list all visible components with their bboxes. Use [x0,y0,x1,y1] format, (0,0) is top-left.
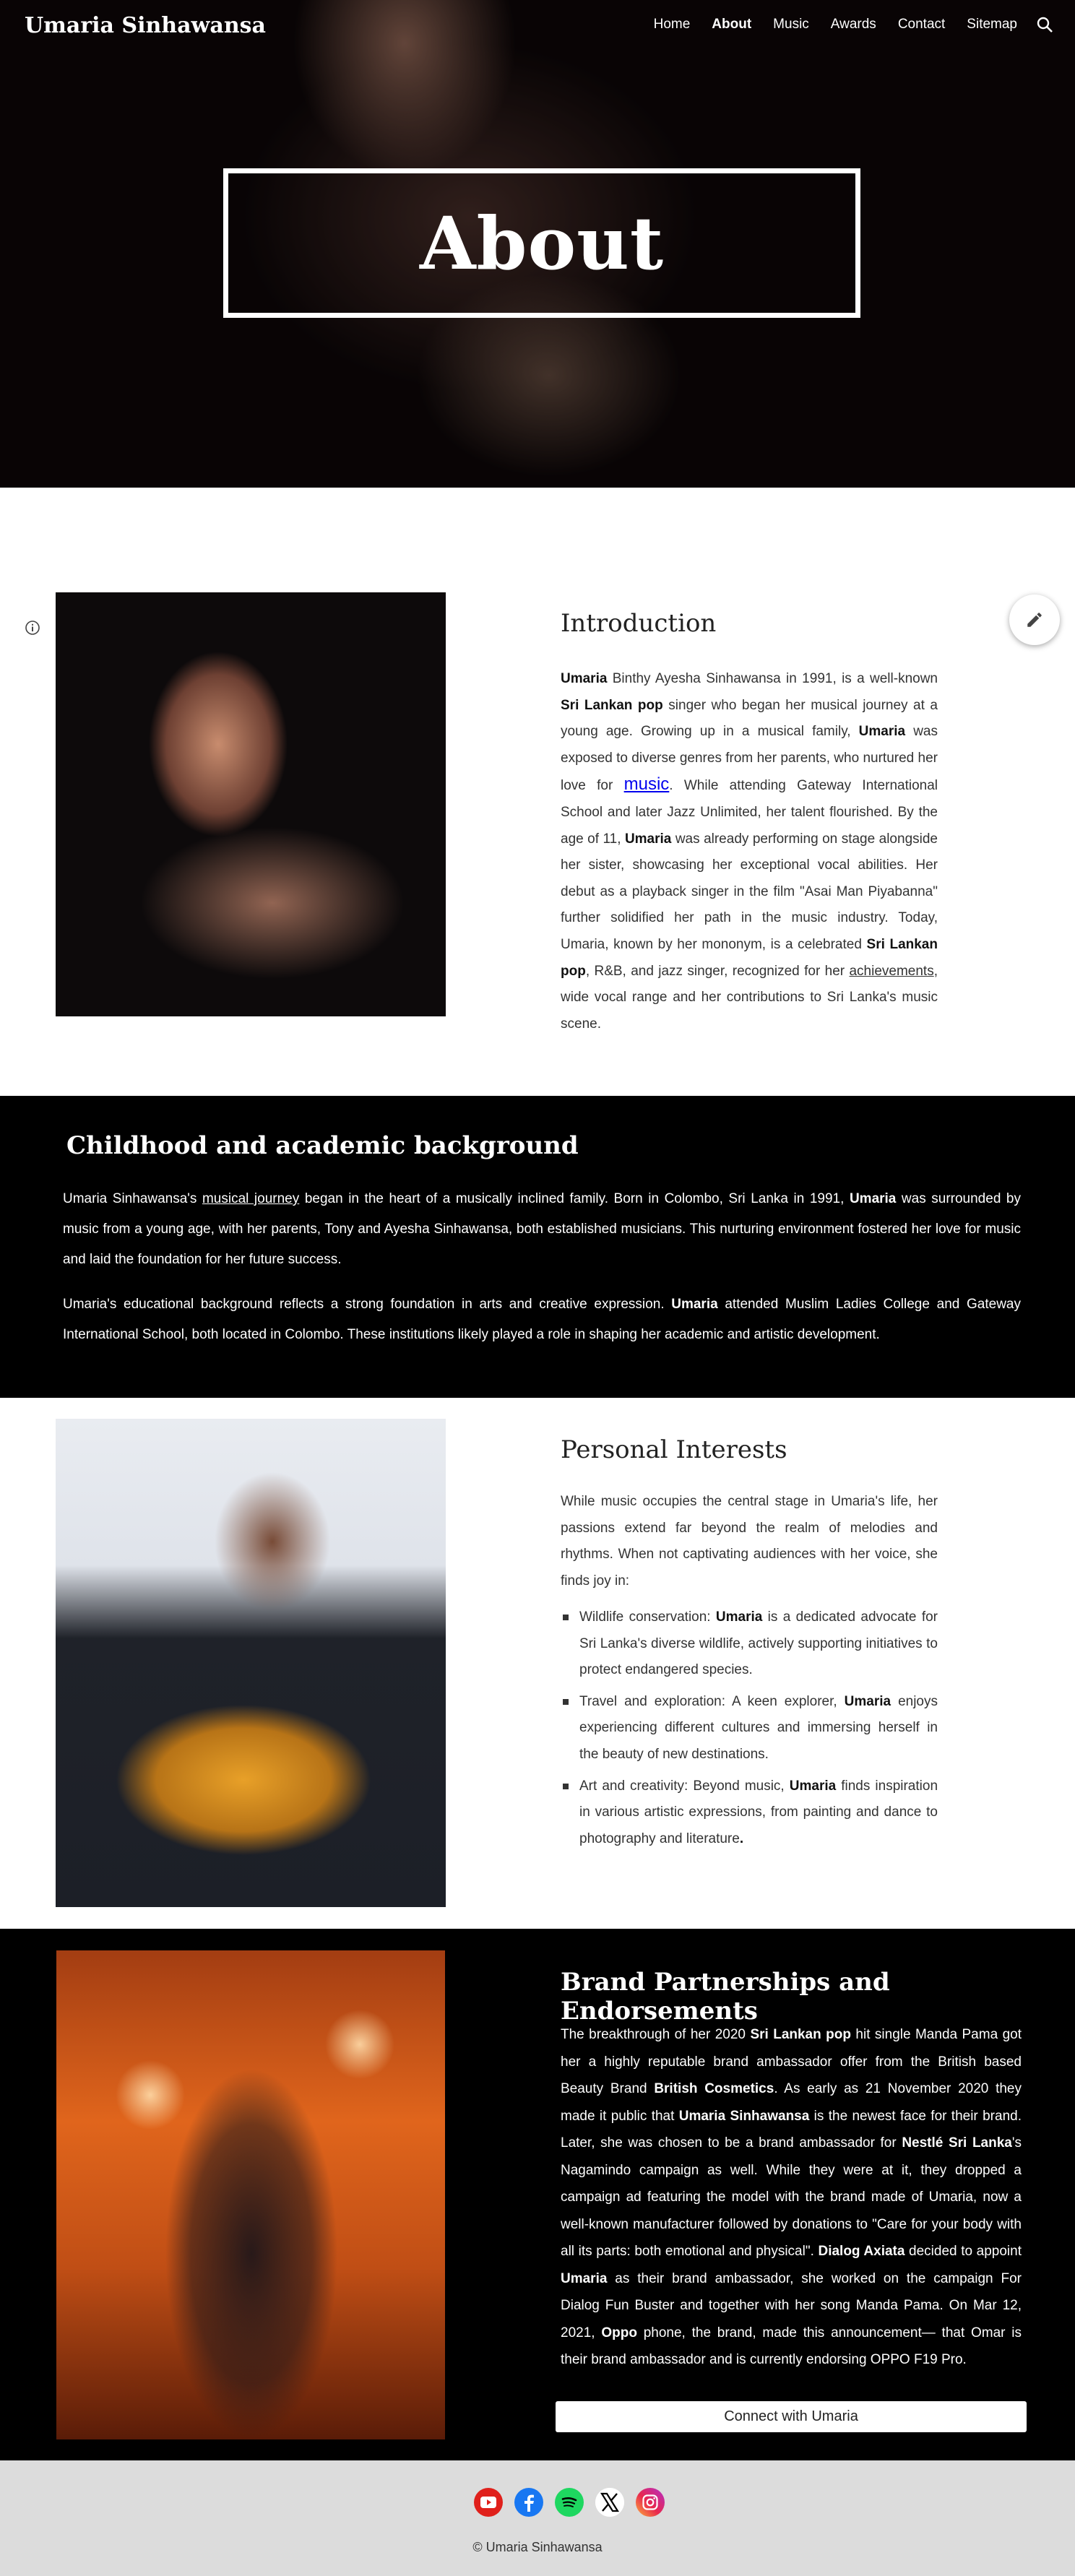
connect-button[interactable]: Connect with Umaria [556,2401,1027,2432]
nav-awards[interactable]: Awards [831,17,876,33]
copyright-text: © Umaria Sinhawansa [472,2540,603,2554]
social-links [474,2488,665,2517]
childhood-paragraph-1: Umaria Sinhawansa's musical journey bega… [63,1191,1021,1267]
childhood-paragraph-2: Umaria's educational background reflects… [63,1297,1021,1342]
introduction-text: Umaria Binthy Ayesha Sinhawansa in 1991,… [561,671,938,1032]
introduction-section: Introduction Umaria Binthy Ayesha Sinhaw… [0,488,1075,1096]
list-item: Art and creativity: Beyond music, Umaria… [561,1773,938,1853]
brand-heading: Brand Partnerships and Endorsements [561,1968,890,2026]
nav-home[interactable]: Home [654,17,691,33]
introduction-heading: Introduction [561,609,717,638]
info-icon[interactable] [25,620,40,636]
nav-about[interactable]: About [712,17,751,33]
site-title[interactable]: Umaria Sinhawansa [25,13,266,38]
musical-journey-link[interactable]: musical journey [202,1191,299,1206]
footer: © Umaria Sinhawansa [0,2460,1075,2576]
nav-contact[interactable]: Contact [898,17,945,33]
personal-interests-section: Personal Interests While music occupies … [0,1398,1075,1929]
interests-list: Wildlife conservation: Umaria is a dedic… [561,1604,938,1857]
instagram-icon[interactable] [636,2488,665,2517]
facebook-icon[interactable] [514,2488,543,2517]
hero-banner: Umaria Sinhawansa Home About Music Award… [0,0,1075,488]
interests-heading: Personal Interests [561,1435,787,1464]
x-icon[interactable] [595,2488,624,2517]
nav-sitemap[interactable]: Sitemap [967,17,1017,33]
youtube-icon[interactable] [474,2488,503,2517]
list-item: Wildlife conservation: Umaria is a dedic… [561,1604,938,1684]
music-link[interactable]: music [624,774,670,794]
stage-performance-photo [56,1950,445,2439]
achievements-link[interactable]: achievements [849,964,933,979]
spotify-icon[interactable] [555,2488,584,2517]
hero-title-frame: About [223,168,860,318]
edit-button[interactable] [1009,595,1060,645]
brand-text: The breakthrough of her 2020 Sri Lankan … [561,2027,1022,2367]
list-item: Travel and exploration: A keen explorer,… [561,1689,938,1768]
childhood-heading: Childhood and academic background [66,1131,579,1160]
search-icon[interactable] [1036,16,1053,33]
childhood-section: Childhood and academic background Umaria… [0,1096,1075,1398]
page-title: About [419,200,665,286]
nav-music[interactable]: Music [773,17,809,33]
brand-partnerships-section: Brand Partnerships and Endorsements The … [0,1929,1075,2460]
main-nav: Home About Music Awards Contact Sitemap [632,16,1053,33]
portrait-photo-interests [56,1419,446,1907]
interests-intro: While music occupies the central stage i… [561,1494,938,1589]
pencil-icon [1027,613,1042,627]
portrait-photo-introduction [56,592,446,1016]
